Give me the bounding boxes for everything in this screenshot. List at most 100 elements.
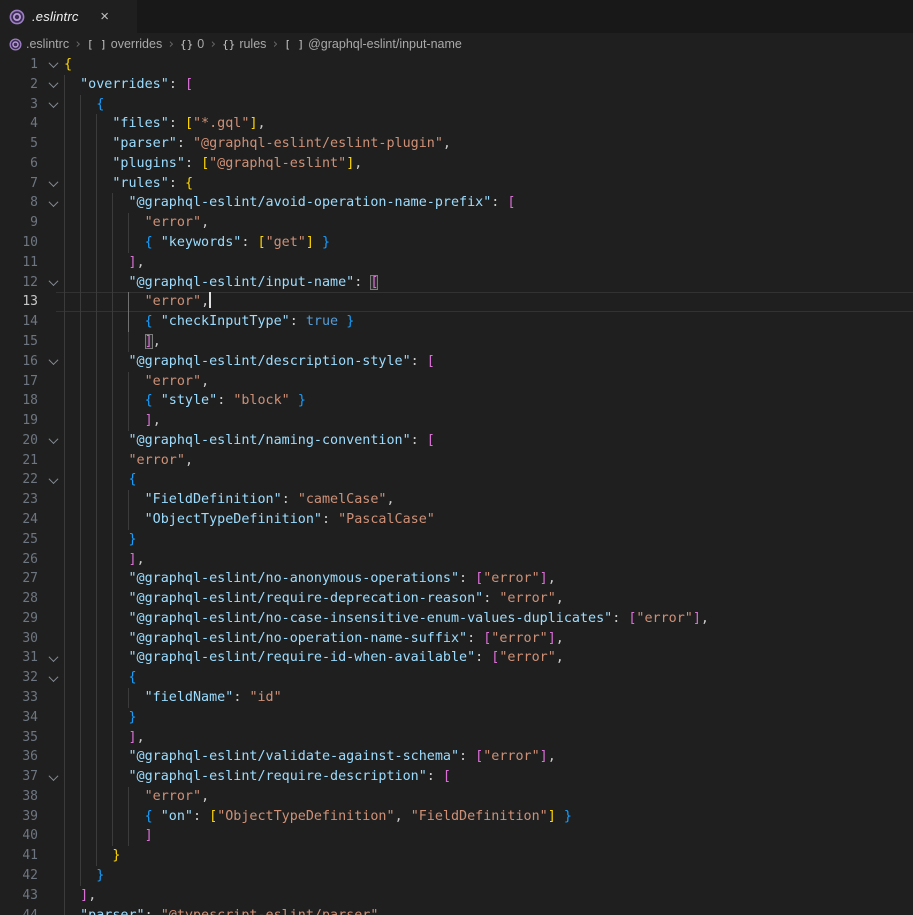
token: "style" bbox=[161, 393, 217, 408]
code-line[interactable]: 16 "@graphql-eslint/description-style": … bbox=[0, 352, 913, 372]
code-text: "FieldDefinition": "camelCase", bbox=[0, 490, 913, 510]
code-line[interactable]: 34 } bbox=[0, 708, 913, 728]
code-line[interactable]: 8 "@graphql-eslint/avoid-operation-name-… bbox=[0, 193, 913, 213]
code-text: "@graphql-eslint/require-id-when-availab… bbox=[0, 648, 913, 668]
code-line[interactable]: 17 "error", bbox=[0, 372, 913, 392]
code-text: ], bbox=[0, 728, 913, 748]
token: [ bbox=[443, 769, 451, 784]
breadcrumb-item[interactable]: {}0 bbox=[180, 37, 204, 51]
code-line[interactable]: 19 ], bbox=[0, 411, 913, 431]
code-line[interactable]: 4 "files": ["*.gql"], bbox=[0, 114, 913, 134]
token: [ bbox=[209, 809, 217, 824]
code-line[interactable]: 1{ bbox=[0, 55, 913, 75]
token: { bbox=[129, 670, 137, 685]
code-text: { "on": ["ObjectTypeDefinition", "FieldD… bbox=[0, 807, 913, 827]
code-line[interactable]: 30 "@graphql-eslint/no-operation-name-su… bbox=[0, 629, 913, 649]
token: true bbox=[306, 314, 338, 329]
token: "@graphql-eslint/no-operation-name-suffi… bbox=[129, 631, 468, 646]
token: : bbox=[354, 275, 370, 290]
tab-bar: .eslintrc × bbox=[0, 0, 913, 33]
token: : bbox=[322, 512, 338, 527]
token: "error" bbox=[145, 374, 201, 389]
token: , bbox=[137, 730, 145, 745]
token: : bbox=[290, 314, 306, 329]
code-line[interactable]: 6 "plugins": ["@graphql-eslint"], bbox=[0, 154, 913, 174]
token: "parser" bbox=[112, 136, 177, 151]
code-line[interactable]: 14 { "checkInputType": true } bbox=[0, 312, 913, 332]
code-text: "error", bbox=[0, 451, 913, 471]
code-text: { "style": "block" } bbox=[0, 391, 913, 411]
code-line[interactable]: 25 } bbox=[0, 530, 913, 550]
token: : bbox=[282, 492, 298, 507]
code-line[interactable]: 43 ], bbox=[0, 886, 913, 906]
code-line[interactable]: 37 "@graphql-eslint/require-description"… bbox=[0, 767, 913, 787]
code-line[interactable]: 10 { "keywords": ["get"] } bbox=[0, 233, 913, 253]
code-line[interactable]: 21 "error", bbox=[0, 451, 913, 471]
code-line[interactable]: 3 { bbox=[0, 95, 913, 115]
code-line[interactable]: 33 "fieldName": "id" bbox=[0, 688, 913, 708]
token: "error" bbox=[499, 650, 555, 665]
code-line[interactable]: 31 "@graphql-eslint/require-id-when-avai… bbox=[0, 648, 913, 668]
token: "@graphql-eslint/require-id-when-availab… bbox=[129, 650, 476, 665]
code-line[interactable]: 35 ], bbox=[0, 728, 913, 748]
code-line[interactable]: 42 } bbox=[0, 866, 913, 886]
token: , bbox=[354, 156, 362, 171]
code-line[interactable]: 38 "error", bbox=[0, 787, 913, 807]
code-line[interactable]: 23 "FieldDefinition": "camelCase", bbox=[0, 490, 913, 510]
code-text: "error", bbox=[0, 292, 913, 312]
token: [ bbox=[507, 195, 515, 210]
breadcrumb-item[interactable]: [ ]overrides bbox=[87, 37, 162, 51]
tab-eslintrc[interactable]: .eslintrc × bbox=[0, 0, 137, 33]
code-line[interactable]: 32 { bbox=[0, 668, 913, 688]
token: "@graphql-eslint/description-style" bbox=[129, 354, 411, 369]
code-line[interactable]: 44 "parser": "@typescript-eslint/parser" bbox=[0, 906, 913, 915]
code-line[interactable]: 18 { "style": "block" } bbox=[0, 391, 913, 411]
code-line[interactable]: 26 ], bbox=[0, 550, 913, 570]
close-icon[interactable]: × bbox=[96, 8, 114, 26]
code-text: { "checkInputType": true } bbox=[0, 312, 913, 332]
code-text: "overrides": [ bbox=[0, 75, 913, 95]
code-text: } bbox=[0, 846, 913, 866]
code-line[interactable]: 28 "@graphql-eslint/require-deprecation-… bbox=[0, 589, 913, 609]
code-line[interactable]: 9 "error", bbox=[0, 213, 913, 233]
code-text: "rules": { bbox=[0, 174, 913, 194]
code-line[interactable]: 27 "@graphql-eslint/no-anonymous-operati… bbox=[0, 569, 913, 589]
code-line[interactable]: 40 ] bbox=[0, 826, 913, 846]
breadcrumb-item[interactable]: .eslintrc bbox=[9, 37, 69, 51]
token: , bbox=[201, 294, 209, 309]
token: ] bbox=[249, 116, 257, 131]
code-line[interactable]: 39 { "on": ["ObjectTypeDefinition", "Fie… bbox=[0, 807, 913, 827]
breadcrumb-separator-icon: › bbox=[167, 37, 175, 52]
code-line[interactable]: 15 ], bbox=[0, 332, 913, 352]
token: : bbox=[612, 611, 628, 626]
eslint-icon bbox=[9, 9, 25, 25]
code-line[interactable]: 22 { bbox=[0, 470, 913, 490]
code-line[interactable]: 5 "parser": "@graphql-eslint/eslint-plug… bbox=[0, 134, 913, 154]
code-line[interactable]: 7 "rules": { bbox=[0, 174, 913, 194]
token: { bbox=[145, 235, 153, 250]
token: , bbox=[201, 789, 209, 804]
token: : bbox=[177, 136, 193, 151]
code-line[interactable]: 41 } bbox=[0, 846, 913, 866]
code-line[interactable]: 24 "ObjectTypeDefinition": "PascalCase" bbox=[0, 510, 913, 530]
code-line[interactable]: 11 ], bbox=[0, 253, 913, 273]
code-line[interactable]: 36 "@graphql-eslint/validate-against-sch… bbox=[0, 747, 913, 767]
code-line[interactable]: 2 "overrides": [ bbox=[0, 75, 913, 95]
token: "error" bbox=[145, 215, 201, 230]
token: [ bbox=[427, 433, 435, 448]
code-line[interactable]: 12 "@graphql-eslint/input-name": [ bbox=[0, 273, 913, 293]
token: : bbox=[169, 116, 185, 131]
code-line[interactable]: 20 "@graphql-eslint/naming-convention": … bbox=[0, 431, 913, 451]
breadcrumb-label: .eslintrc bbox=[26, 37, 69, 51]
token: "keywords" bbox=[161, 235, 242, 250]
code-line[interactable]: 13 "error", bbox=[0, 292, 913, 312]
token: "@graphql-eslint/require-deprecation-rea… bbox=[129, 591, 484, 606]
breadcrumb-item[interactable]: {}rules bbox=[222, 37, 266, 51]
breadcrumb-label: 0 bbox=[197, 37, 204, 51]
token bbox=[153, 809, 161, 824]
code-line[interactable]: 29 "@graphql-eslint/no-case-insensitive-… bbox=[0, 609, 913, 629]
token: "@graphql-eslint/input-name" bbox=[129, 275, 355, 290]
token: , bbox=[443, 136, 451, 151]
breadcrumb-item[interactable]: [ ]@graphql-eslint/input-name bbox=[284, 37, 462, 51]
token: "FieldDefinition" bbox=[411, 809, 548, 824]
